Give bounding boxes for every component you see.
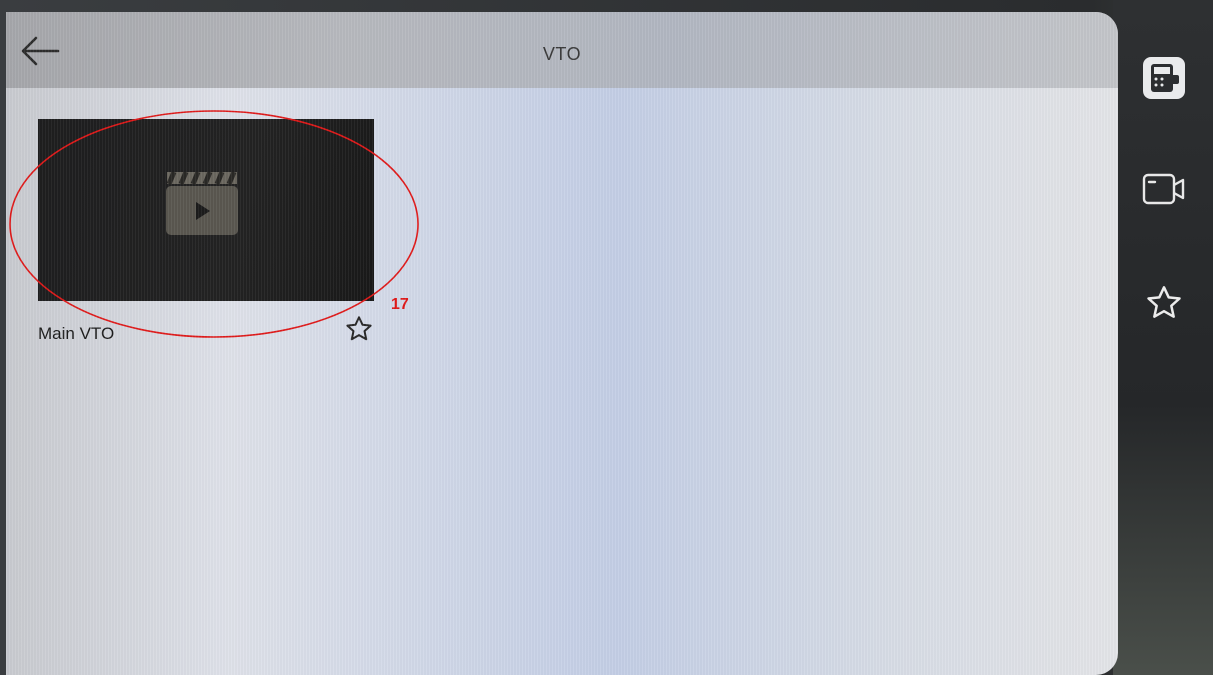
side-nav-camera[interactable]: [1140, 170, 1188, 208]
device-label: Main VTO: [38, 324, 115, 343]
favorite-button[interactable]: [344, 314, 374, 344]
annotation-number: 17: [391, 296, 409, 313]
camera-icon: [1142, 173, 1185, 205]
side-nav-intercom[interactable]: [1142, 56, 1186, 100]
side-nav-favorites[interactable]: [1144, 283, 1184, 323]
page-title: VTO: [542, 44, 582, 64]
intercom-icon: [1143, 57, 1185, 99]
star-outline-icon: [346, 316, 372, 341]
header-bar: VTO: [6, 12, 1118, 88]
main-screen: VTO Main VTO 17: [6, 12, 1118, 675]
device-thumbnail[interactable]: [38, 119, 374, 301]
star-outline-icon: [1147, 286, 1181, 318]
video-clapper-icon: [166, 172, 238, 235]
side-panel: [1113, 0, 1213, 675]
